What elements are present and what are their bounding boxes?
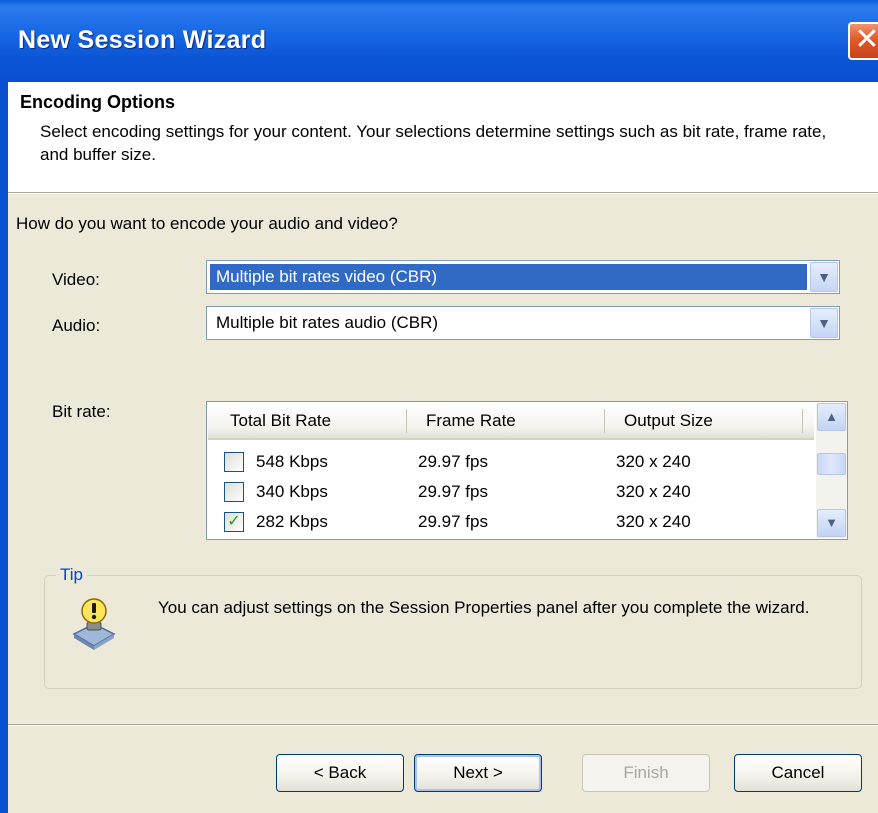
back-button[interactable]: < Back <box>276 754 404 792</box>
title-bar[interactable]: New Session Wizard ✕ <box>0 0 878 82</box>
step-description: Select encoding settings for your conten… <box>40 122 827 164</box>
chevron-down-icon[interactable]: ▼ <box>810 308 838 338</box>
video-label: Video: <box>52 270 100 289</box>
bitrate-label: Bit rate: <box>52 402 111 421</box>
scroll-up-icon[interactable]: ▲ <box>817 403 846 431</box>
video-dropdown-value: Multiple bit rates video (CBR) <box>210 264 807 290</box>
table-row[interactable]: 548 Kbps 29.97 fps 320 x 240 <box>208 447 814 477</box>
bitrate-scrollbar[interactable]: ▲ ▼ <box>816 403 847 538</box>
footer-divider <box>8 724 878 726</box>
finish-button[interactable]: Finish <box>582 754 710 792</box>
column-header-frame-rate[interactable]: Frame Rate <box>426 403 516 438</box>
row-bitrate: 340 Kbps <box>256 482 328 501</box>
row-frame-rate: 29.97 fps <box>418 482 488 501</box>
chevron-down-icon[interactable]: ▼ <box>810 262 838 292</box>
column-divider[interactable] <box>802 409 803 433</box>
row-checkbox[interactable] <box>224 482 244 502</box>
header-panel: Encoding Options Select encoding setting… <box>8 82 878 192</box>
lightbulb-tip-icon <box>72 598 116 650</box>
tip-text: You can adjust settings on the Session P… <box>158 598 810 617</box>
column-header-output-size[interactable]: Output Size <box>624 403 713 438</box>
audio-label: Audio: <box>52 316 101 335</box>
header-divider <box>8 192 878 194</box>
row-output-size: 320 x 240 <box>616 482 691 501</box>
row-frame-rate: 29.97 fps <box>418 452 488 471</box>
row-output-size: 320 x 240 <box>616 512 691 531</box>
column-divider[interactable] <box>604 409 605 433</box>
table-row[interactable]: 340 Kbps 29.97 fps 320 x 240 <box>208 477 814 507</box>
column-divider[interactable] <box>406 409 407 433</box>
tip-label: Tip <box>56 565 87 585</box>
cancel-button[interactable]: Cancel <box>734 754 862 792</box>
window-title: New Session Wizard <box>18 26 267 54</box>
video-dropdown[interactable]: Multiple bit rates video (CBR) ▼ <box>206 260 840 294</box>
row-frame-rate: 29.97 fps <box>418 512 488 531</box>
row-bitrate: 282 Kbps <box>256 512 328 531</box>
bitrate-list-header: Total Bit Rate Frame Rate Output Size <box>208 403 814 440</box>
bitrate-list[interactable]: Total Bit Rate Frame Rate Output Size 54… <box>206 401 848 540</box>
table-row[interactable]: ✓ 282 Kbps 29.97 fps 320 x 240 <box>208 507 814 537</box>
tip-groupbox <box>44 575 862 689</box>
audio-dropdown-value: Multiple bit rates audio (CBR) <box>216 313 439 332</box>
row-bitrate: 548 Kbps <box>256 452 328 471</box>
row-output-size: 320 x 240 <box>616 452 691 471</box>
audio-dropdown[interactable]: Multiple bit rates audio (CBR) ▼ <box>206 306 840 340</box>
column-header-total-bit-rate[interactable]: Total Bit Rate <box>230 403 331 438</box>
window-frame-left <box>0 82 8 813</box>
next-button[interactable]: Next > <box>414 754 542 792</box>
close-icon: ✕ <box>854 23 878 56</box>
row-checkbox-checked[interactable]: ✓ <box>224 512 244 532</box>
row-checkbox[interactable] <box>224 452 244 472</box>
scroll-thumb[interactable] <box>817 453 846 475</box>
wizard-window: New Session Wizard ✕ Encoding Options Se… <box>0 0 878 813</box>
encode-question: How do you want to encode your audio and… <box>16 214 398 233</box>
close-button[interactable]: ✕ <box>848 22 878 60</box>
scroll-down-icon[interactable]: ▼ <box>817 509 846 537</box>
step-title: Encoding Options <box>20 92 175 112</box>
